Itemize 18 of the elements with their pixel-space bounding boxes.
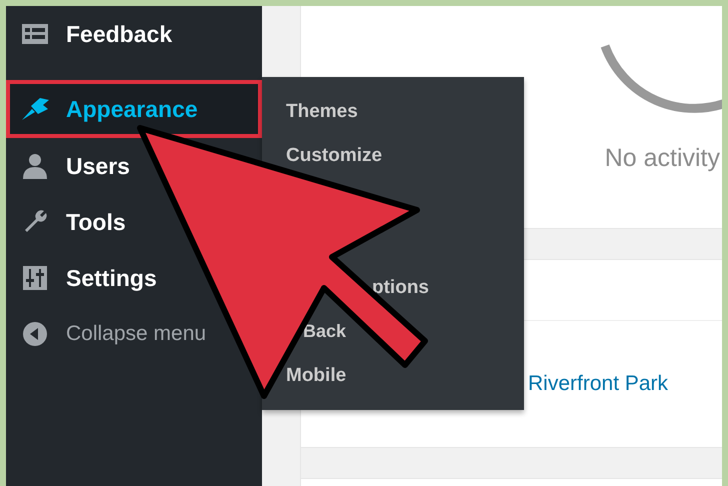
submenu-item[interactable]: Back [303,322,346,340]
sidebar-item[interactable]: Feedback [6,6,176,80]
submenu-item[interactable]: Customize [286,146,382,164]
sidebar-item[interactable]: Settings [6,250,161,306]
brush-icon [20,96,50,122]
user-icon [22,153,48,179]
sidebar-item[interactable]: Users [6,138,134,194]
submenu-item[interactable]: Mobile [286,366,346,384]
collapse-menu-button[interactable]: Collapse menu [6,306,210,362]
submenu-item[interactable]: Themes [286,102,358,120]
event-link[interactable]: Riverfront Park [528,372,668,396]
submenu-item[interactable]: ptions [372,278,429,296]
collapse-icon [22,321,48,347]
sliders-icon [22,265,48,291]
empty-state-text: No activity [604,144,720,173]
feedback-icon [21,23,49,45]
sidebar-item[interactable]: Appearance [6,80,262,138]
sidebar-item[interactable]: Tools [6,194,130,250]
